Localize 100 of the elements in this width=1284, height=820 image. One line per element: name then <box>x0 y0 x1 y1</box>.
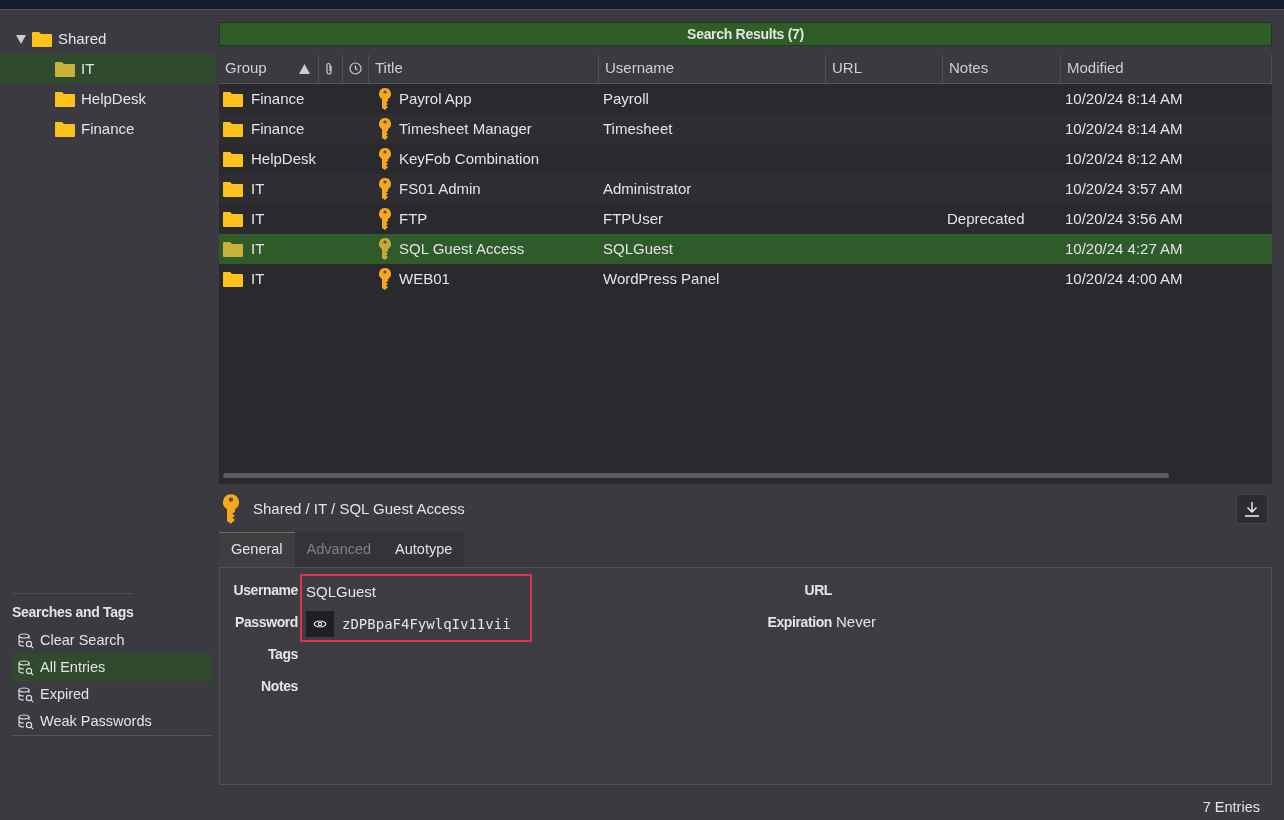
folder-icon <box>223 181 243 197</box>
key-icon <box>379 238 391 260</box>
field-label: Password <box>235 612 298 632</box>
column-header-label: Title <box>375 58 403 79</box>
search-item-label: All Entries <box>40 657 106 677</box>
tree-item-label: HelpDesk <box>81 88 147 109</box>
key-icon <box>223 494 239 524</box>
table-row[interactable]: Finance Timesheet Manager Timesheet 10/20/24 8:14 AM <box>219 114 1272 144</box>
table-cell-text: SQL Guest Access <box>399 238 525 259</box>
table-cell-text: IT <box>251 238 265 259</box>
key-icon <box>379 88 391 110</box>
key-icon <box>379 268 391 290</box>
table-cell-text: 10/20/24 8:12 AM <box>1065 148 1183 169</box>
table-cell-text: Deprecated <box>947 208 1025 229</box>
search-item-label: Weak Passwords <box>40 711 152 731</box>
database-search-icon <box>18 632 34 649</box>
search-item[interactable]: Weak Passwords <box>12 708 212 735</box>
table-cell-text: IT <box>251 268 265 289</box>
table-cell-text: FTP <box>399 208 428 229</box>
column-header[interactable]: Title <box>369 54 599 83</box>
column-header-label: Username <box>605 58 675 79</box>
field-value: SQLGuest <box>306 581 377 602</box>
folder-icon <box>223 241 243 257</box>
search-results-bar: Search Results (7) <box>219 22 1272 46</box>
table-cell-text: Administrator <box>603 178 692 199</box>
folder-icon <box>223 271 243 287</box>
folder-icon <box>55 91 75 107</box>
field-label: Notes <box>261 676 298 696</box>
tree-item[interactable]: IT <box>0 54 215 84</box>
folder-icon <box>223 151 243 167</box>
show-password-button[interactable] <box>306 610 334 637</box>
database-search-icon <box>18 686 34 703</box>
table-cell-text: 10/20/24 3:57 AM <box>1065 178 1183 199</box>
clock-icon <box>349 62 362 75</box>
table-row[interactable]: IT SQL Guest Access SQLGuest 10/20/24 4:27 AM <box>219 234 1272 264</box>
search-item-label: Clear Search <box>40 630 125 650</box>
field-label: Username <box>233 580 298 600</box>
tree-item[interactable]: Shared <box>0 24 215 54</box>
table-row[interactable]: HelpDesk KeyFob Combination 10/20/24 8:12 AM <box>219 144 1272 174</box>
field-value: zDPBpaF4FywlqIv11vii <box>342 614 511 634</box>
database-search-icon <box>18 713 34 730</box>
table-cell-text: IT <box>251 178 265 199</box>
tree-item[interactable]: Finance <box>0 114 215 144</box>
table-cell-text: FS01 Admin <box>399 178 481 199</box>
table-cell-text: WEB01 <box>399 268 450 289</box>
table-row[interactable]: Finance Payrol App Payroll 10/20/24 8:14 AM <box>219 84 1272 114</box>
table-cell-text: FTPUser <box>603 208 663 229</box>
table-cell-text: Finance <box>251 88 305 109</box>
table-cell-text: 10/20/24 8:14 AM <box>1065 88 1183 109</box>
database-search-icon <box>18 659 34 676</box>
table-cell-text: 10/20/24 4:27 AM <box>1065 238 1183 259</box>
section-title: Searches and Tags <box>12 593 134 623</box>
column-header[interactable]: Modified <box>1061 54 1272 83</box>
table-cell-text: IT <box>251 208 265 229</box>
table-cell-text: Timesheet Manager <box>399 118 532 139</box>
table-cell-text: WordPress Panel <box>603 268 720 289</box>
table-cell-text: 10/20/24 3:56 AM <box>1065 208 1183 229</box>
search-item[interactable]: Clear Search <box>12 627 212 654</box>
column-header[interactable]: Username <box>599 54 826 83</box>
table-row[interactable]: IT FTP FTPUser Deprecated 10/20/24 3:56 AM <box>219 204 1272 234</box>
tab[interactable]: Autotype <box>383 532 465 567</box>
table-cell-text: 10/20/24 8:14 AM <box>1065 118 1183 139</box>
download-button[interactable] <box>1236 494 1268 524</box>
field-label: URL <box>804 580 832 600</box>
column-header[interactable]: Group <box>219 54 319 83</box>
table-cell-text: Finance <box>251 118 305 139</box>
key-icon <box>379 148 391 170</box>
entry-count: 7 Entries <box>1201 797 1261 817</box>
expand-arrow-icon[interactable] <box>16 34 26 44</box>
table-cell-text: Payrol App <box>399 88 472 109</box>
paperclip-icon <box>325 61 333 76</box>
entry-path: Shared / IT / SQL Guest Access <box>253 498 465 519</box>
folder-icon <box>223 121 243 137</box>
table-cell-text: SQLGuest <box>603 238 674 259</box>
field-value: Never <box>836 611 876 632</box>
tree-item[interactable]: HelpDesk <box>0 84 215 114</box>
download-icon <box>1243 500 1261 518</box>
table-cell-text: Timesheet <box>603 118 673 139</box>
key-icon <box>379 118 391 140</box>
column-header-label: URL <box>832 58 862 79</box>
key-icon <box>379 178 391 200</box>
search-item[interactable]: All Entries <box>12 654 212 681</box>
table-cell-text: HelpDesk <box>251 148 317 169</box>
table-cell-text: Payroll <box>603 88 649 109</box>
table-cell-text: 10/20/24 4:00 AM <box>1065 268 1183 289</box>
search-item[interactable]: Expired <box>12 681 212 708</box>
column-header-label: Modified <box>1067 58 1124 79</box>
folder-icon <box>32 31 52 47</box>
field-label: Expiration <box>767 612 832 632</box>
folder-icon <box>223 211 243 227</box>
column-header-label: Group <box>225 58 267 79</box>
tree-item-label: Shared <box>58 28 107 49</box>
table-row[interactable]: IT FS01 Admin Administrator 10/20/24 3:57 AM <box>219 174 1272 204</box>
column-header[interactable]: URL <box>826 54 943 83</box>
column-header[interactable]: Notes <box>943 54 1061 83</box>
scrollbar[interactable] <box>223 473 1169 478</box>
table-row[interactable]: IT WEB01 WordPress Panel 10/20/24 4:00 AM <box>219 264 1272 294</box>
folder-icon <box>55 121 75 137</box>
field-label: Tags <box>267 644 298 664</box>
folder-icon <box>55 61 75 77</box>
